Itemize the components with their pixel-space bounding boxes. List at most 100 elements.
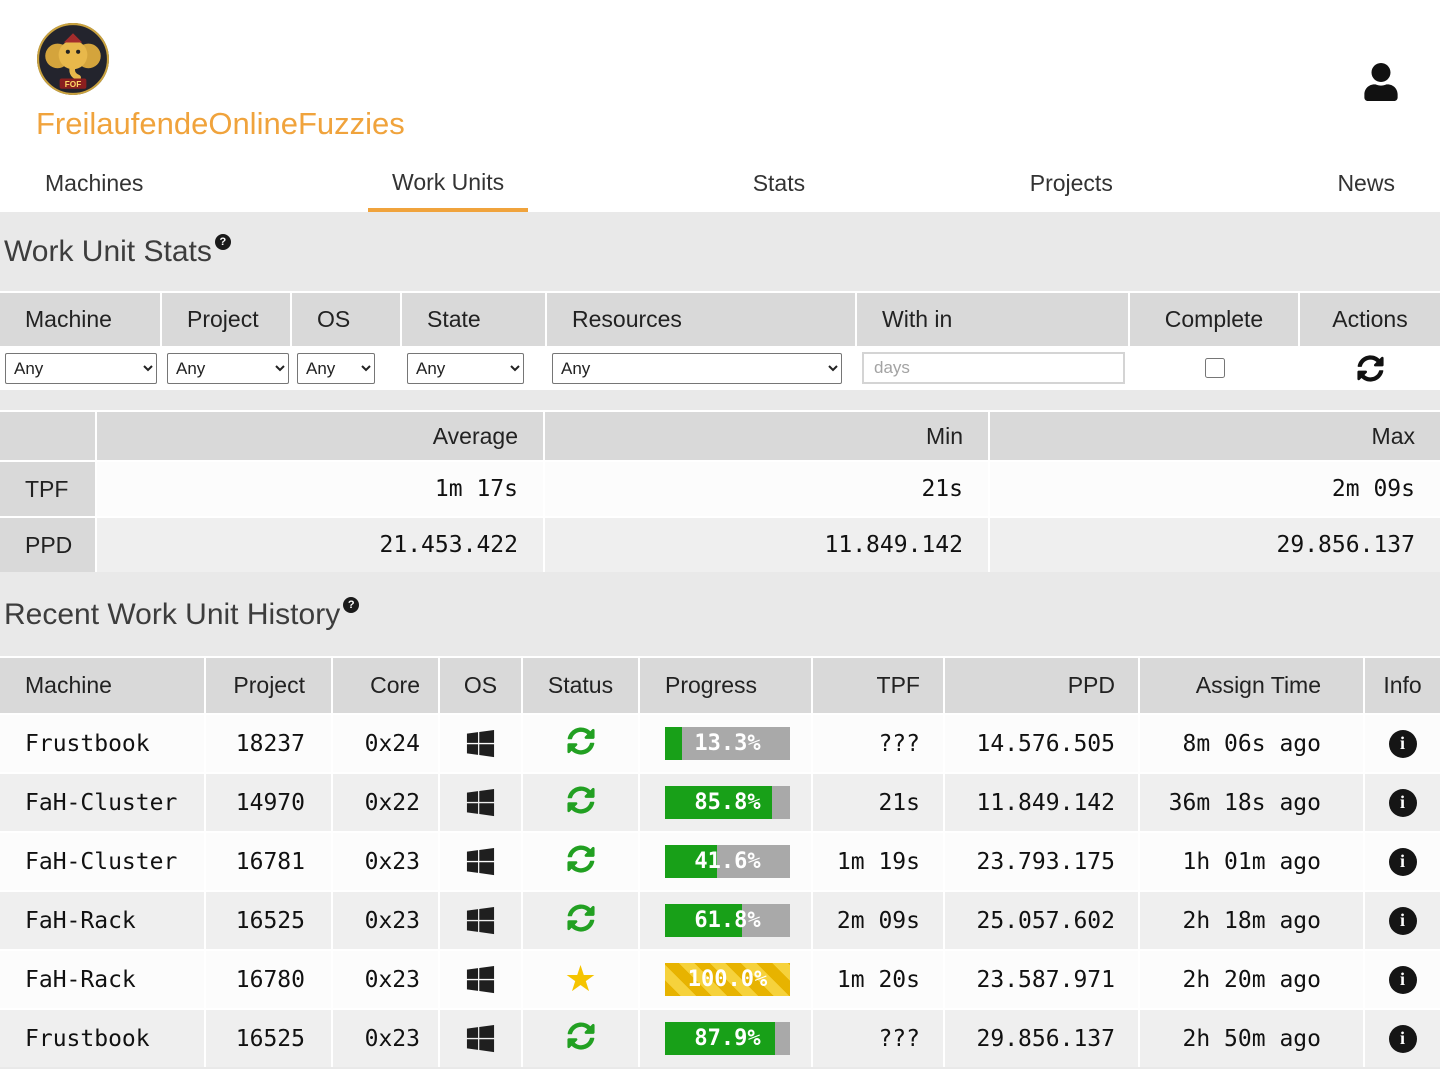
history-col-machine: Machine <box>0 658 206 713</box>
progress-cell: 41.6% <box>640 833 813 890</box>
status-running-icon <box>566 1021 595 1056</box>
tab-stats[interactable]: Stats <box>753 164 805 212</box>
progress-cell: 61.8% <box>640 892 813 949</box>
tpf-cell: 1m 19s <box>813 833 945 890</box>
tab-work-units[interactable]: Work Units <box>368 163 529 212</box>
assign-time-cell: 2h 18m ago <box>1140 892 1365 949</box>
status-cell: ★ <box>523 715 640 772</box>
core-cell: 0x24 <box>333 715 440 772</box>
info-icon[interactable]: i <box>1388 965 1417 994</box>
progress-label: 87.9% <box>694 1026 761 1051</box>
os-cell <box>440 833 523 890</box>
tab-news[interactable]: News <box>1337 164 1395 212</box>
within-days-input[interactable] <box>862 352 1125 384</box>
assign-time-cell: 2h 50m ago <box>1140 1010 1365 1067</box>
history-row: FaH-Rack 16780 0x23 ★ 100.0% 1m 20s 23.5… <box>0 949 1440 1008</box>
tpf-cell: ??? <box>813 1010 945 1067</box>
os-filter-select[interactable]: Any <box>297 352 375 384</box>
site-header: FOF FreilaufendeOnlineFuzzies <box>0 0 1440 160</box>
history-col-core: Core <box>333 658 440 713</box>
summary-corner-cell <box>0 410 97 460</box>
core-cell: 0x23 <box>333 892 440 949</box>
summary-table: Average Min Max TPF 1m 17s 21s 2m 09s PP… <box>0 410 1440 572</box>
help-icon[interactable]: ? <box>214 234 231 250</box>
refresh-button[interactable] <box>1354 352 1386 384</box>
history-row: Frustbook 18237 0x24 ★ 13.3% ??? 14.576.… <box>0 713 1440 772</box>
progress-label: 13.3% <box>694 731 761 756</box>
machine-cell: FaH-Rack <box>0 892 206 949</box>
info-cell: i <box>1365 951 1440 1008</box>
tab-machines[interactable]: Machines <box>45 164 143 212</box>
history-col-info: Info <box>1383 672 1422 698</box>
machine-cell: FaH-Cluster <box>0 774 206 831</box>
tpf-min-value: 21s <box>545 460 990 516</box>
machine-cell: Frustbook <box>0 715 206 772</box>
history-header-row: Machine Project Core OS Status Progress … <box>0 656 1440 713</box>
core-cell: 0x23 <box>333 1010 440 1067</box>
help-icon[interactable]: ? <box>343 597 360 613</box>
tab-projects[interactable]: Projects <box>1030 164 1113 212</box>
svg-text:FOF: FOF <box>65 80 81 89</box>
main-nav: Machines Work Units Stats Projects News <box>0 160 1440 212</box>
machine-cell: FaH-Rack <box>0 951 206 1008</box>
assign-time-cell: 8m 06s ago <box>1140 715 1365 772</box>
state-filter-select[interactable]: Any <box>407 352 524 384</box>
ppd-cell: 29.856.137 <box>945 1010 1140 1067</box>
info-cell: i <box>1365 1010 1440 1067</box>
summary-col-min: Min <box>545 410 990 460</box>
project-cell: 16781 <box>206 833 333 890</box>
project-filter-select[interactable]: Any <box>167 352 289 384</box>
ppd-cell: 23.793.175 <box>945 833 1140 890</box>
progress-bar: 41.6% <box>665 845 790 878</box>
filter-controls-row: Any Any Any Any Any <box>0 346 1440 390</box>
progress-cell: 87.9% <box>640 1010 813 1067</box>
work-unit-stats-heading-text: Work Unit Stats <box>4 235 212 268</box>
filter-header-row: Machine Project OS State Resources With … <box>0 291 1440 346</box>
assign-time-cell: 36m 18s ago <box>1140 774 1365 831</box>
project-cell: 16525 <box>206 1010 333 1067</box>
history-col-status: Status <box>523 658 640 713</box>
progress-bar: 85.8% <box>665 786 790 819</box>
machine-filter-select[interactable]: Any <box>5 352 157 384</box>
info-icon[interactable]: i <box>1388 1024 1417 1053</box>
info-cell: i <box>1365 833 1440 890</box>
resources-filter-select[interactable]: Any <box>552 352 842 384</box>
project-cell: 16525 <box>206 892 333 949</box>
info-cell: i <box>1365 774 1440 831</box>
history-col-tpf: TPF <box>813 658 945 713</box>
user-account-button[interactable] <box>1362 62 1400 104</box>
windows-icon <box>466 788 495 817</box>
ppd-cell: 23.587.971 <box>945 951 1140 1008</box>
info-icon[interactable]: i <box>1388 906 1417 935</box>
complete-checkbox[interactable] <box>1205 358 1225 378</box>
main-content: Work Unit Stats? Machine Project OS Stat… <box>0 212 1440 1069</box>
history-row: FaH-Cluster 14970 0x22 ★ 85.8% 21s 11.84… <box>0 772 1440 831</box>
info-icon[interactable]: i <box>1388 788 1417 817</box>
tpf-cell: 1m 20s <box>813 951 945 1008</box>
machine-cell: FaH-Cluster <box>0 833 206 890</box>
summary-row-ppd: PPD 21.453.422 11.849.142 29.856.137 <box>0 516 1440 572</box>
progress-bar: 87.9% <box>665 1022 790 1055</box>
assign-time-cell: 1h 01m ago <box>1140 833 1365 890</box>
windows-icon <box>466 847 495 876</box>
work-unit-stats-heading: Work Unit Stats? <box>0 212 1440 291</box>
tpf-cell: 2m 09s <box>813 892 945 949</box>
assign-time-cell: 2h 20m ago <box>1140 951 1365 1008</box>
info-icon[interactable]: i <box>1388 847 1417 876</box>
history-heading-text: Recent Work Unit History <box>4 598 341 631</box>
tpf-row-label: TPF <box>0 460 97 516</box>
info-cell: i <box>1365 892 1440 949</box>
tpf-average-value: 1m 17s <box>97 460 545 516</box>
info-icon[interactable]: i <box>1388 729 1417 758</box>
project-cell: 14970 <box>206 774 333 831</box>
history-heading: Recent Work Unit History? <box>0 572 1440 656</box>
filter-col-os: OS <box>292 293 402 346</box>
summary-col-average: Average <box>97 410 545 460</box>
progress-label: 100.0% <box>687 967 768 992</box>
summary-row-tpf: TPF 1m 17s 21s 2m 09s <box>0 460 1440 516</box>
ppd-cell: 25.057.602 <box>945 892 1140 949</box>
ppd-max-value: 29.856.137 <box>990 516 1440 572</box>
history-col-progress: Progress <box>640 658 813 713</box>
site-logo[interactable]: FOF <box>36 22 110 96</box>
progress-label: 61.8% <box>694 908 761 933</box>
